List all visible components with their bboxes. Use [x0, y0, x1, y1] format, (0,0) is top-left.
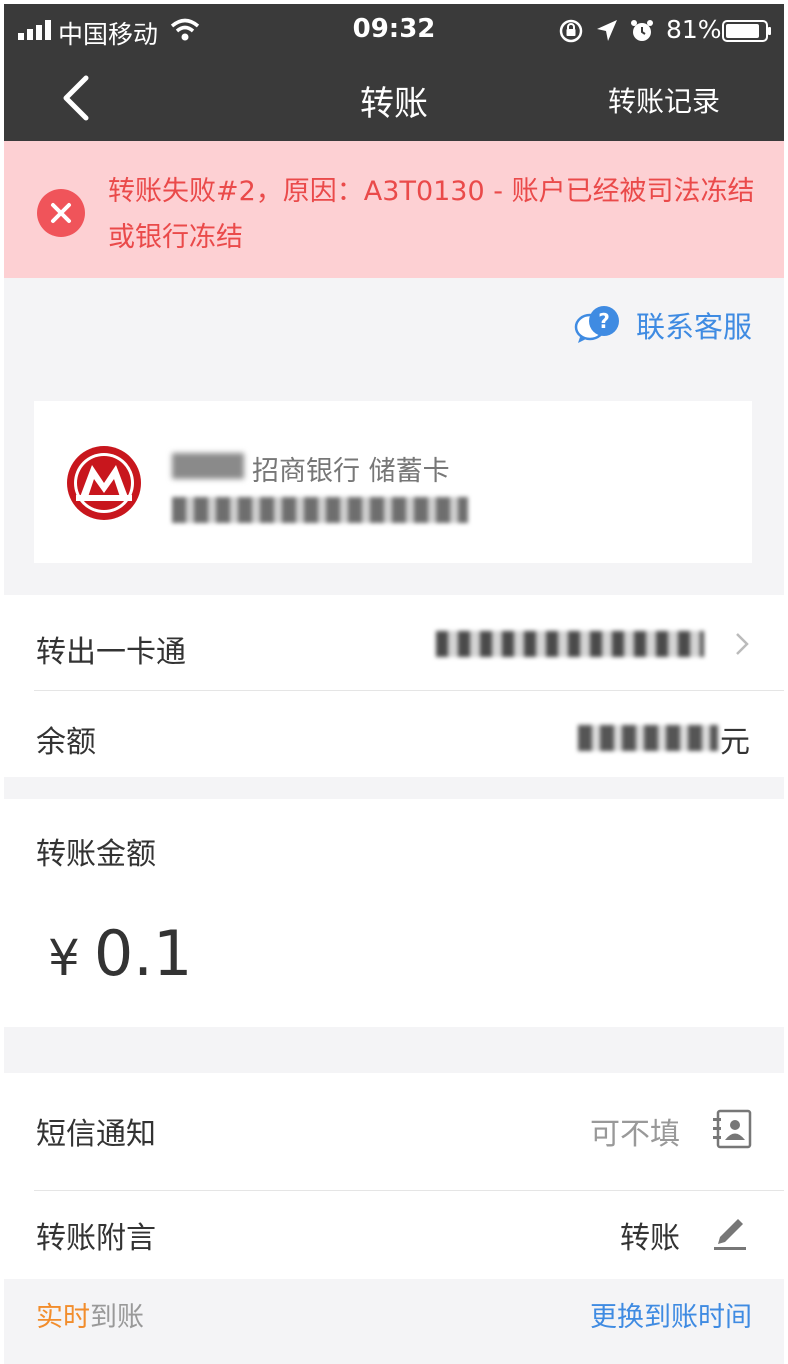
- error-message: 转账失败#2，原因：A3T0130 - 账户已经被司法冻结或银行冻结: [108, 176, 755, 253]
- svg-text:?: ?: [598, 309, 610, 333]
- arrival-footer: 实时到账 更换到账时间: [4, 1279, 784, 1364]
- divider: [34, 1190, 784, 1191]
- card-number-blurred: [172, 497, 468, 523]
- change-arrival-time-button[interactable]: 更换到账时间: [590, 1295, 752, 1334]
- memo-label: 转账附言: [36, 1221, 156, 1256]
- amount-value: 0.1: [93, 917, 193, 990]
- phone-screen: 中国移动 09:32 81% 转账 转账记录 转账失败#2，原因：A3T0130…: [4, 4, 784, 1364]
- account-section: 转出一卡通 余额 元: [4, 595, 784, 777]
- rotation-lock-icon: [559, 19, 583, 43]
- contact-service-label: 联系客服: [635, 310, 752, 344]
- contact-service-button[interactable]: ? 联系客服: [574, 304, 752, 346]
- chevron-right-icon[interactable]: [734, 631, 750, 657]
- from-account-number-blurred: [436, 631, 704, 657]
- amount-section: 转账金额 ¥0.1: [4, 799, 784, 1027]
- card-holder-blurred: [172, 453, 244, 479]
- contact-book-icon[interactable]: [712, 1109, 752, 1149]
- amount-input[interactable]: ¥0.1: [48, 917, 192, 990]
- memo-input[interactable]: 转账: [620, 1213, 680, 1257]
- error-close-icon: [37, 189, 85, 237]
- arrival-mode: 实时到账: [36, 1295, 144, 1334]
- battery-percent: 81%: [666, 15, 722, 44]
- amount-label: 转账金额: [36, 837, 156, 872]
- arrival-highlight: 实时: [36, 1302, 90, 1333]
- status-icons: [558, 18, 654, 44]
- transfer-records-button[interactable]: 转账记录: [608, 80, 720, 120]
- extras-section: 短信通知 可不填 转账附言 转账: [4, 1073, 784, 1279]
- arrival-rest: 到账: [90, 1302, 144, 1333]
- bank-card[interactable]: 招商银行 储蓄卡: [34, 401, 752, 563]
- bank-name: 招商银行 储蓄卡: [252, 456, 450, 487]
- pencil-icon[interactable]: [712, 1211, 748, 1251]
- alarm-icon: [631, 20, 653, 41]
- balance-value-blurred: [578, 725, 718, 751]
- top-bar: 中国移动 09:32 81% 转账 转账记录: [4, 4, 784, 141]
- sms-label: 短信通知: [36, 1117, 156, 1152]
- divider: [34, 690, 784, 691]
- location-icon: [597, 20, 617, 41]
- balance-unit: 元: [720, 725, 750, 760]
- balance-label: 余额: [36, 725, 96, 760]
- status-bar: 中国移动 09:32 81%: [4, 4, 784, 56]
- chat-question-icon: ?: [574, 306, 619, 343]
- cmb-bank-logo: [67, 446, 141, 520]
- nav-bar: 转账 转账记录: [4, 56, 784, 141]
- from-account-label: 转出一卡通: [36, 635, 186, 670]
- sms-input[interactable]: 可不填: [590, 1109, 680, 1153]
- battery-icon: [722, 20, 771, 42]
- currency-symbol: ¥: [48, 929, 80, 987]
